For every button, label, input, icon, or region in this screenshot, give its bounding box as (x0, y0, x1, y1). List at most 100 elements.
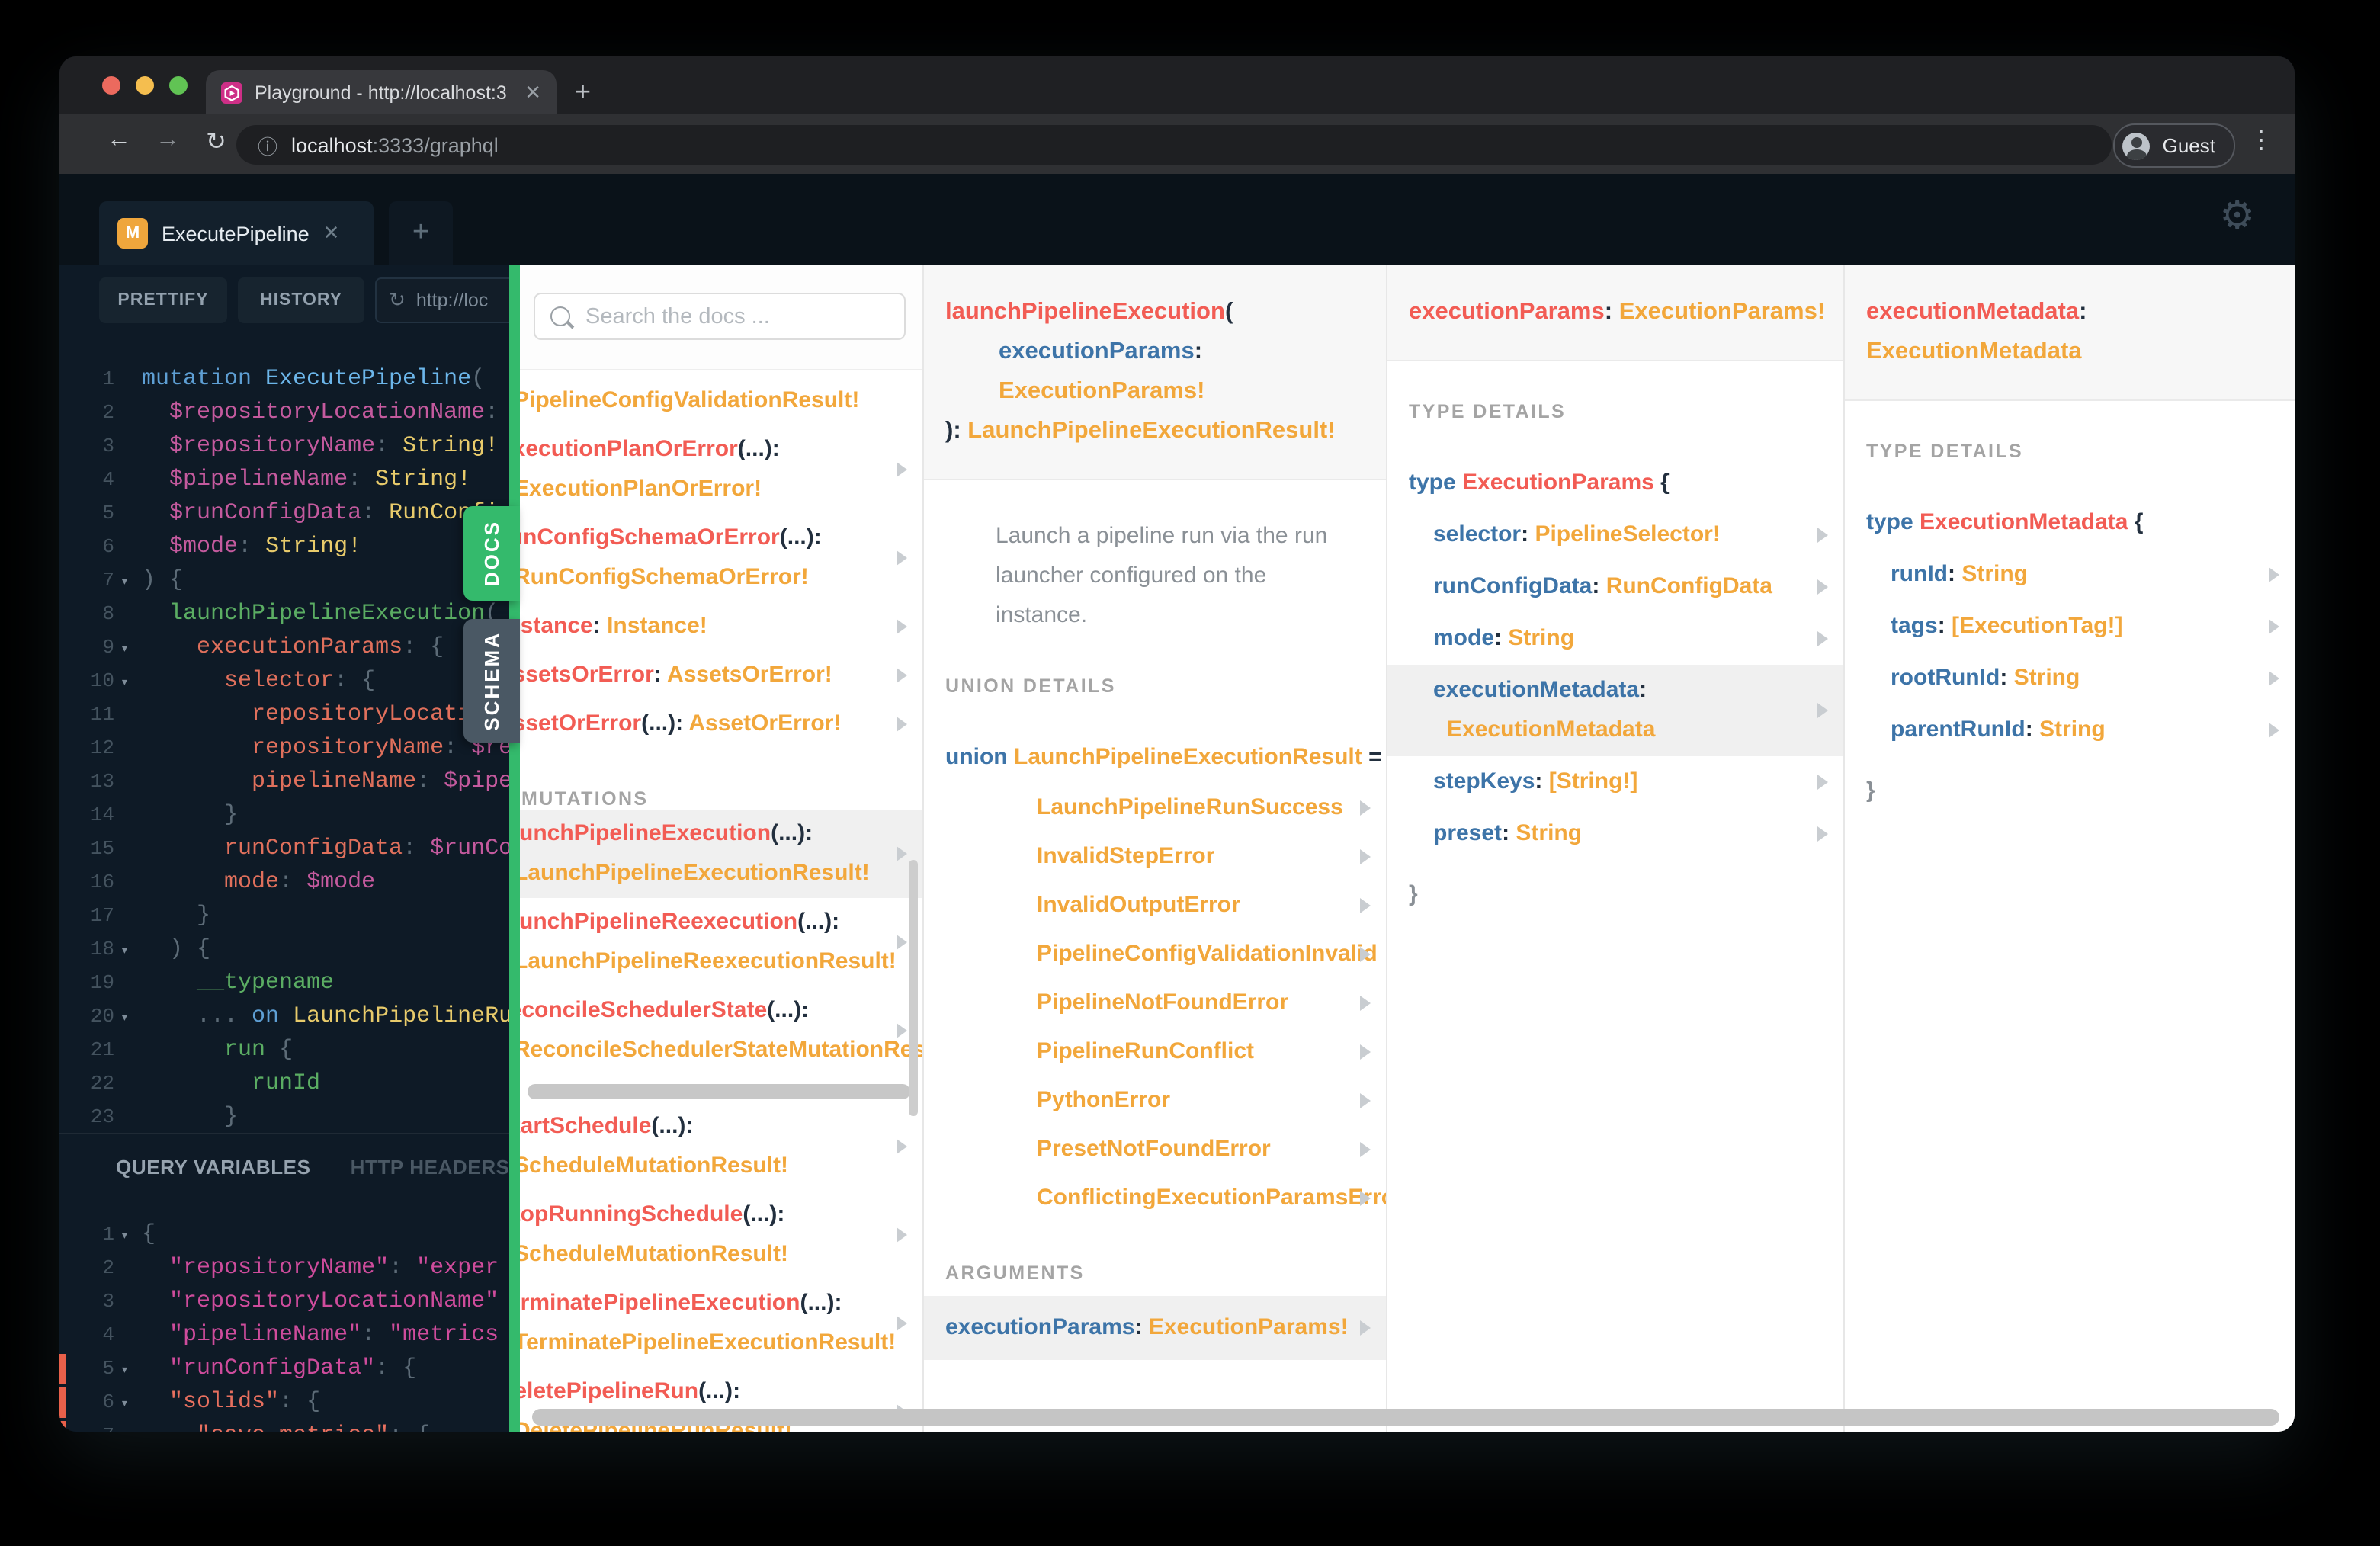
code-line[interactable]: 15 runConfigData: $runConfigData (59, 832, 509, 866)
doc-item[interactable]: executionMetadata: ExecutionMetadata (1387, 665, 1843, 756)
code-line[interactable]: 10 ▾ selector: { (59, 665, 509, 698)
code-line[interactable]: 2 $repositoryLocationName: String! (59, 396, 509, 430)
doc-item[interactable]: PipelineConfigValidationResult! (520, 377, 922, 425)
doc-item[interactable]: reconcileSchedulerState(...): ReconcileSc… (520, 986, 922, 1075)
browser-tab-close-icon[interactable]: ✕ (524, 80, 541, 104)
doc-item[interactable]: LaunchPipelineRunSuccess (924, 784, 1386, 832)
doc-item[interactable]: runConfigData: RunConfigData (1387, 561, 1843, 613)
doc-item[interactable]: launchPipelineExecution(...): LaunchPipel… (520, 810, 922, 898)
doc-item[interactable]: mode: String (1387, 613, 1843, 665)
code-line[interactable]: 20▾ ... on LaunchPipelineRunSuccess { (59, 1000, 509, 1034)
code-line[interactable]: 22 runId (59, 1067, 509, 1101)
code-line[interactable]: 6 $mode: String! (59, 531, 509, 564)
tab-http-headers[interactable]: HTTP HEADERS (351, 1155, 509, 1178)
fold-arrow-icon[interactable]: ▾ (120, 935, 142, 968)
fold-arrow-icon[interactable]: ▾ (120, 1421, 142, 1432)
doc-item[interactable]: instance: Instance! (520, 602, 922, 651)
fold-arrow-icon[interactable]: ▾ (120, 666, 142, 700)
prettify-button[interactable]: PRETTIFY (99, 277, 227, 323)
url-bar[interactable]: ⓘ localhost :3333/graphql (236, 125, 2112, 165)
fold-arrow-icon[interactable]: ▾ (120, 1220, 142, 1253)
code-line[interactable]: 8 launchPipelineExecution( (59, 598, 509, 631)
doc-item[interactable]: runId: String (1845, 549, 2295, 601)
code-line[interactable]: 18 ▾ ) { (59, 933, 509, 967)
variables-editor-lines[interactable]: 1 ▾{2 "repositoryName": "exper 3 "reposito… (59, 1218, 509, 1432)
doc-item[interactable]: ConflictingExecutionParamsError (924, 1174, 1386, 1223)
fold-arrow-icon[interactable]: ▾ (120, 566, 142, 599)
doc-item[interactable]: assetOrError(...): AssetOrError! (520, 700, 922, 749)
doc-item[interactable]: parentRunId: String (1845, 704, 2295, 756)
code-line[interactable]: 17 } (59, 900, 509, 933)
code-line[interactable]: 21 run { (59, 1034, 509, 1067)
tab-query-variables[interactable]: QUERY VARIABLES (116, 1155, 311, 1178)
code-line[interactable]: 23 } (59, 1101, 509, 1134)
code-line[interactable]: 9 ▾ executionParams: { (59, 631, 509, 665)
code-line[interactable]: 4 $pipelineName: String! (59, 463, 509, 497)
search-input[interactable]: Search the docs ... (534, 293, 906, 340)
doc-item[interactable]: InvalidOutputError (924, 881, 1386, 930)
doc-item[interactable]: executionPlanOrError(...): ExecutionPlanO… (520, 425, 922, 514)
doc-item[interactable]: PipelineNotFoundError (924, 979, 1386, 1028)
code-line[interactable]: 14 } (59, 799, 509, 832)
browser-tab[interactable]: Playground - http://localhost:3 ✕ (206, 70, 557, 114)
doc-item[interactable]: selector: PipelineSelector! (1387, 509, 1843, 561)
history-button[interactable]: HISTORY (238, 277, 364, 323)
code-line[interactable]: 2 "repositoryName": "exper (59, 1252, 509, 1285)
doc-item[interactable]: InvalidStepError (924, 832, 1386, 881)
code-line[interactable]: 5 ▾ "runConfigData": { (59, 1352, 509, 1386)
endpoint-input[interactable]: ↺ http://loc (375, 277, 509, 323)
fold-arrow-icon[interactable]: ▾ (120, 1354, 142, 1387)
tab-docs[interactable]: DOCS (463, 506, 520, 601)
page-info-icon[interactable]: ⓘ (258, 130, 277, 159)
doc-item[interactable]: PresetNotFoundError (924, 1125, 1386, 1174)
new-tab-button[interactable]: + (575, 73, 591, 110)
traffic-light-close-icon[interactable] (102, 76, 120, 95)
new-session-tab-button[interactable]: + (389, 201, 453, 265)
doc-item[interactable]: terminatePipelineExecution(...): Terminat… (520, 1279, 922, 1368)
doc-item[interactable]: stepKeys: [String!] (1387, 756, 1843, 808)
forward-icon[interactable]: → (156, 127, 180, 154)
code-line[interactable]: 19 __typename (59, 967, 509, 1000)
code-line[interactable]: 3 "repositoryLocationName" (59, 1285, 509, 1319)
browser-menu-icon[interactable]: ⋮ (2249, 125, 2273, 156)
doc-item[interactable]: PythonError (924, 1076, 1386, 1125)
refresh-endpoint-icon[interactable]: ↺ (389, 288, 406, 313)
column-vertical-scrollbar[interactable] (909, 860, 918, 1116)
code-line[interactable]: 16 mode: $mode (59, 866, 509, 900)
doc-item[interactable]: launchPipelineReexecution(...): LaunchPip… (520, 898, 922, 986)
fold-arrow-icon[interactable]: ▾ (120, 633, 142, 666)
session-tab-executepipeline[interactable]: M ExecutePipeline ✕ (99, 201, 374, 265)
doc-item[interactable]: tags: [ExecutionTag!] (1845, 601, 2295, 653)
traffic-light-zoom-icon[interactable] (169, 76, 188, 95)
code-line[interactable]: 3 $repositoryName: String! (59, 430, 509, 463)
doc-item[interactable]: preset: String (1387, 808, 1843, 860)
docs-horizontal-scrollbar[interactable] (532, 1409, 2279, 1426)
query-editor-pane[interactable]: PRETTIFY HISTORY ↺ http://loc 1 mutation… (59, 265, 509, 1432)
doc-item[interactable]: stopRunningSchedule(...): ScheduleMutatio… (520, 1191, 922, 1279)
doc-item[interactable]: rootRunId: String (1845, 653, 2295, 704)
reload-icon[interactable]: ↻ (206, 127, 226, 157)
doc-item[interactable]: startSchedule(...):ScheduleMutationResul… (520, 1102, 922, 1191)
fold-arrow-icon[interactable]: ▾ (120, 1387, 142, 1421)
code-line[interactable]: 7 ▾) { (59, 564, 509, 598)
code-line[interactable]: 5 $runConfigData: RunConfigData! (59, 497, 509, 531)
doc-item[interactable]: PipelineRunConflict (924, 1028, 1386, 1076)
query-editor-lines[interactable]: 1 mutation ExecutePipeline(2 $repository… (59, 363, 509, 1134)
code-line[interactable]: 1 mutation ExecutePipeline( (59, 363, 509, 396)
code-line[interactable]: 6 ▾ "solids": { (59, 1386, 509, 1419)
back-icon[interactable]: ← (107, 127, 131, 154)
code-line[interactable]: 4 "pipelineName": "metrics (59, 1319, 509, 1352)
code-line[interactable]: 13 pipelineName: $pipelineName (59, 765, 509, 799)
code-line[interactable]: 1 ▾{ (59, 1218, 509, 1252)
profile-button[interactable]: Guest (2113, 123, 2235, 168)
code-line[interactable]: 7▾ "save_metrics": { (59, 1419, 509, 1432)
doc-item[interactable]: assetsOrError: AssetsOrError! (520, 651, 922, 700)
traffic-light-minimize-icon[interactable] (136, 76, 154, 95)
code-line[interactable]: 12 repositoryName: $repositoryName (59, 732, 509, 765)
tab-schema[interactable]: SCHEMA (463, 619, 520, 743)
settings-gear-icon[interactable]: ⚙ (2219, 195, 2255, 235)
doc-item[interactable]: executionParams: ExecutionParams! (924, 1296, 1386, 1360)
code-line[interactable]: 11 repositoryLocationName: $repositoryLo… (59, 698, 509, 732)
session-tab-close-icon[interactable]: ✕ (323, 221, 340, 245)
column-horizontal-scrollbar[interactable] (528, 1084, 910, 1099)
